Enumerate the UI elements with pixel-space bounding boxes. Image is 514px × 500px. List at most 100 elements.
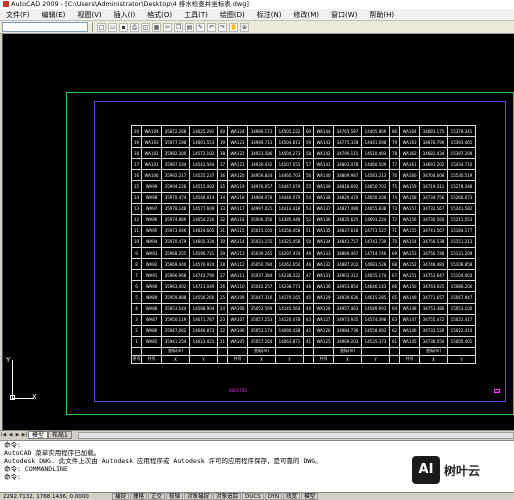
table-cell: 34756.748 bbox=[419, 247, 448, 260]
table-cell: 35042.257 bbox=[247, 280, 276, 293]
table-cell: 35973.046 bbox=[161, 224, 190, 237]
zoom-icon[interactable]: ⊕ bbox=[240, 22, 249, 32]
cut-icon[interactable]: ✂ bbox=[163, 22, 172, 32]
table-header-cell bbox=[361, 346, 390, 356]
coordinate-table: 20 WA104 35872.268 14625.291 40 WA124 34986.17… bbox=[131, 124, 476, 364]
status-toggle-button[interactable]: 对象追踪 bbox=[213, 493, 242, 500]
tab-nav-button[interactable]: ▶ bbox=[14, 432, 21, 439]
table-cell: WA156 bbox=[399, 213, 420, 226]
table-cell: 61 bbox=[389, 335, 400, 348]
table-cell: 14723.049 bbox=[189, 280, 218, 293]
table-cell: 35052.569 bbox=[247, 302, 276, 315]
tab-nav-button[interactable]: |◀ bbox=[0, 432, 7, 439]
status-toggle-button[interactable]: 正交 bbox=[148, 493, 166, 500]
publish-icon[interactable]: ▦ bbox=[152, 22, 161, 32]
table-row: 3 WA87 35950.119 14671.787 23 WA107 35057.253 1… bbox=[131, 313, 476, 326]
table-cell: 14576.924 bbox=[189, 258, 218, 271]
table-cell: 14577.609 bbox=[189, 202, 218, 215]
paste-icon[interactable]: ▤ bbox=[185, 22, 194, 32]
status-toggle-button[interactable]: 对象捕捉 bbox=[184, 493, 213, 500]
table-cell: 50 bbox=[303, 235, 314, 249]
preview-icon[interactable]: ◫ bbox=[141, 22, 150, 32]
table-cell: 24 bbox=[217, 302, 228, 315]
status-toggle-button[interactable]: 栅格 bbox=[130, 493, 148, 500]
match-icon[interactable]: ✎ bbox=[196, 22, 205, 32]
redo-icon[interactable]: ↷ bbox=[218, 22, 227, 32]
table-cell: 35947.062 bbox=[161, 324, 190, 337]
menu-item[interactable]: 文件(F) bbox=[0, 10, 36, 20]
cursor-coordinates: 2292.7132, 1768.1436, 0.0000 bbox=[3, 493, 89, 500]
status-toggle-button[interactable]: 极轴 bbox=[166, 493, 184, 500]
status-toggle-button[interactable]: DUCS bbox=[242, 493, 264, 500]
menu-item[interactable]: 插入(I) bbox=[108, 10, 142, 20]
menu-item[interactable]: 视图(V) bbox=[71, 10, 107, 20]
table-cell: 7 bbox=[131, 269, 142, 282]
table-header-cell bbox=[189, 346, 218, 356]
watermark: AI 树叶云 bbox=[412, 452, 512, 488]
title-bar: AutoCAD 2009 - [C:\Users\Administrator\D… bbox=[0, 0, 514, 9]
table-cell: 3 bbox=[131, 313, 142, 326]
table-cell: 19 bbox=[131, 136, 142, 149]
table-cell: 34841.757 bbox=[333, 235, 362, 249]
table-cell: 34969.203 bbox=[333, 335, 362, 348]
print-icon[interactable]: ⎙ bbox=[130, 22, 139, 32]
table-cell: WA86 bbox=[141, 324, 162, 337]
menu-item[interactable]: 工具(T) bbox=[178, 10, 214, 20]
table-cell: 34 bbox=[217, 191, 228, 204]
table-cell: 59 bbox=[303, 136, 314, 149]
ucs-x-label: X bbox=[32, 393, 37, 401]
drawing-canvas[interactable]: 20 WA104 35872.268 14625.291 40 WA124 34986.17… bbox=[2, 34, 514, 430]
drawing-number-text: 0002735 bbox=[229, 388, 247, 393]
table-cell: 14120.478 bbox=[275, 313, 304, 326]
table-cell: 79 bbox=[389, 136, 400, 149]
new-icon[interactable]: □ bbox=[97, 22, 106, 32]
table-cell: 14583.213 bbox=[361, 169, 390, 182]
table-cell: 14179.165 bbox=[275, 291, 304, 304]
tab-layout1[interactable]: 布局1 bbox=[48, 431, 72, 439]
table-cell: 14325.458 bbox=[275, 235, 304, 249]
table-row: 1 WA85 35941.254 14623.021 21 WA105 35057.264 1… bbox=[131, 335, 476, 348]
table-cell: 15005.401 bbox=[447, 335, 476, 348]
menu-item[interactable]: 帮助(H) bbox=[363, 10, 400, 20]
workspace-combo[interactable] bbox=[2, 22, 88, 32]
table-header-cell: 井号 bbox=[399, 354, 420, 364]
table-cell: 14714.746 bbox=[361, 247, 390, 260]
copy-icon[interactable]: ❐ bbox=[174, 22, 183, 32]
table-cell: 22 bbox=[217, 324, 228, 337]
table-cell: 34763.025 bbox=[419, 280, 448, 293]
tab-nav-button[interactable]: ◀ bbox=[7, 432, 14, 439]
table-cell: 14601.553 bbox=[189, 136, 218, 149]
save-icon[interactable]: ▪ bbox=[119, 22, 128, 32]
table-cell: 29 bbox=[217, 247, 228, 260]
table-cell: WA96 bbox=[141, 213, 162, 226]
table-cell: 69 bbox=[389, 247, 400, 260]
table-cell: WA135 bbox=[313, 224, 334, 237]
status-toggle-button[interactable]: 捕捉 bbox=[112, 493, 130, 500]
open-icon[interactable]: ▭ bbox=[108, 22, 117, 32]
menu-item[interactable]: 绘图(D) bbox=[214, 10, 251, 20]
undo-icon[interactable]: ↶ bbox=[207, 22, 216, 32]
status-toggle-button[interactable]: DYN bbox=[264, 493, 283, 500]
table-cell: 33 bbox=[217, 202, 228, 215]
pan-icon[interactable]: ✋ bbox=[229, 22, 238, 32]
menu-item[interactable]: 窗口(W) bbox=[325, 10, 363, 20]
menu-item[interactable]: 标注(N) bbox=[251, 10, 288, 20]
table-cell: 18 bbox=[131, 147, 142, 160]
menu-item[interactable]: 编辑(E) bbox=[36, 10, 72, 20]
status-toggle-button[interactable]: 线宽 bbox=[283, 493, 301, 500]
table-cell: 14504.813 bbox=[275, 136, 304, 149]
table-cell: 72 bbox=[389, 213, 400, 226]
menu-item[interactable]: 格式(O) bbox=[141, 10, 178, 20]
status-toggle-button[interactable]: 模型 bbox=[301, 493, 319, 500]
table-cell: 70 bbox=[389, 235, 400, 249]
horizontal-scrollbar[interactable] bbox=[77, 431, 514, 439]
table-cell: 16 bbox=[131, 169, 142, 182]
table-row: 17 WA101 35987.544 14542.564 37 WA121 34930.43… bbox=[131, 158, 476, 171]
table-row: 13 WA97 35978.148 14577.609 33 WA117 34997.021… bbox=[131, 202, 476, 215]
table-cell: 14535.373 bbox=[361, 335, 390, 348]
table-cell: 35977.198 bbox=[161, 136, 190, 149]
tab-model[interactable]: 模型 bbox=[28, 431, 49, 439]
table-cell: 34837.618 bbox=[333, 224, 362, 237]
menu-item[interactable]: 修改(M) bbox=[287, 10, 325, 20]
tab-nav-button[interactable]: ▶| bbox=[21, 432, 28, 439]
